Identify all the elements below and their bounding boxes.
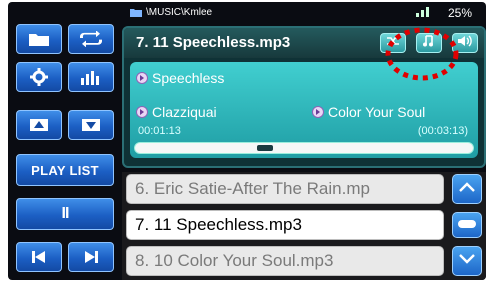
chevron-up-icon xyxy=(458,180,476,198)
settings-button[interactable] xyxy=(16,62,62,92)
song-row: Speechless xyxy=(136,70,224,86)
repeat-icon xyxy=(79,31,103,47)
song-marker-icon xyxy=(136,72,148,84)
list-item[interactable]: 7. 11 Speechless.mp3 xyxy=(126,210,444,240)
track-title: 7. 11 Speechless.mp3 xyxy=(136,34,291,51)
skip-back-icon xyxy=(32,251,46,263)
list-item[interactable]: 8. 10 Color Your Soul.mp3 xyxy=(126,246,444,276)
album-name: Color Your Soul xyxy=(328,104,426,120)
equalizer-button[interactable] xyxy=(68,62,114,92)
pause-button[interactable]: II xyxy=(16,198,114,230)
volume-down-button[interactable] xyxy=(68,110,114,140)
volume-up-button[interactable] xyxy=(16,110,62,140)
scroll-up-button[interactable] xyxy=(452,174,482,204)
pause-icon: II xyxy=(61,205,70,222)
triangle-down-icon xyxy=(82,119,100,131)
scroll-down-button[interactable] xyxy=(452,246,482,276)
folder-icon xyxy=(28,31,50,47)
progress-bar[interactable] xyxy=(134,142,474,154)
list-item[interactable]: 6. Eric Satie-After The Rain.mp xyxy=(126,174,444,204)
song-name: Speechless xyxy=(152,70,225,86)
previous-button[interactable] xyxy=(16,242,62,272)
annotation-circle-icon xyxy=(385,27,459,81)
gear-icon xyxy=(30,68,48,86)
next-button[interactable] xyxy=(68,242,114,272)
skip-forward-icon xyxy=(84,251,98,263)
artist-name: Clazziquai xyxy=(152,104,217,120)
folder-button[interactable] xyxy=(16,24,62,54)
playlist-button[interactable]: PLAY LIST xyxy=(16,154,114,186)
album-marker-icon xyxy=(312,106,324,118)
total-time: (00:03:13) xyxy=(417,125,468,137)
battery-level: 25% xyxy=(447,6,472,20)
status-bar: \MUSIC\Kmlee 25% xyxy=(124,2,486,24)
now-playing-panel: 7. 11 Speechless.mp3 Speechless Clazziqu… xyxy=(122,26,486,168)
signal-icon xyxy=(416,5,434,20)
album-row: Color Your Soul xyxy=(312,104,425,120)
artist-marker-icon xyxy=(136,106,148,118)
chevron-down-icon xyxy=(458,252,476,270)
player-device: PLAY LIST II \MUSIC\Kmlee 25% 7. 11 Spee… xyxy=(8,2,486,280)
folder-path-icon xyxy=(130,8,142,20)
folder-path: \MUSIC\Kmlee xyxy=(146,7,213,18)
elapsed-time: 00:01:13 xyxy=(138,125,181,137)
scroll-handle-icon xyxy=(457,216,477,234)
progress-thumb[interactable] xyxy=(257,145,273,151)
artist-row: Clazziquai xyxy=(136,104,217,120)
triangle-up-icon xyxy=(30,119,48,131)
repeat-button[interactable] xyxy=(68,24,114,54)
equalizer-icon xyxy=(80,69,102,85)
scrollbar-thumb[interactable] xyxy=(452,212,482,238)
playlist-list: 6. Eric Satie-After The Rain.mp 7. 11 Sp… xyxy=(122,172,486,280)
